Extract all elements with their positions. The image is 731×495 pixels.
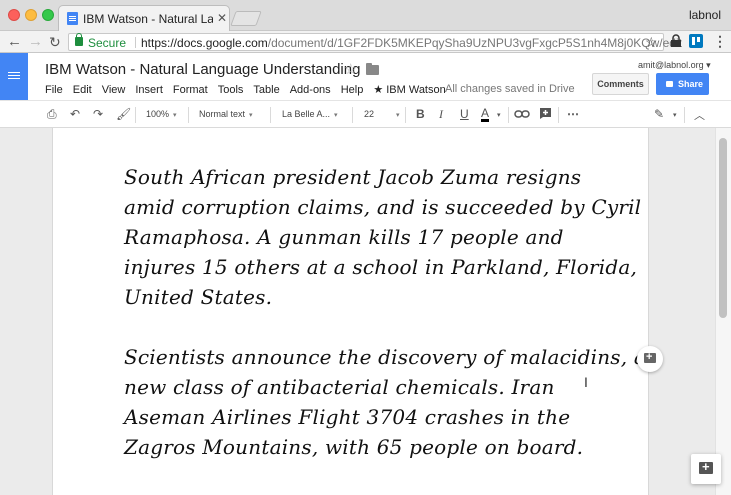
insert-comment-icon[interactable]: [539, 107, 552, 120]
browser-tab[interactable]: IBM Watson - Natural Language ✕: [58, 5, 230, 31]
editing-mode-caret-icon[interactable]: ▾: [673, 111, 677, 119]
divider: [135, 107, 136, 123]
font-size-value: 22: [364, 109, 375, 119]
print-icon[interactable]: ⎙: [47, 107, 57, 122]
link-icon[interactable]: [514, 109, 530, 119]
paragraph-line[interactable]: South African president Jacob Zuma resig…: [124, 165, 581, 189]
menu-edit[interactable]: Edit: [73, 84, 92, 96]
font-size-select[interactable]: 22 ▾: [364, 109, 400, 119]
account-email-text: amit@labnol.org: [638, 60, 704, 70]
document-title[interactable]: IBM Watson - Natural Language Understand…: [45, 61, 360, 78]
menu-file[interactable]: File: [45, 84, 63, 96]
maximize-window-button[interactable]: [42, 9, 54, 21]
paragraph-line[interactable]: new class of antibacterial chemicals. Ir…: [124, 375, 555, 399]
paragraph-line[interactable]: amid corruption claims, and is succeeded…: [124, 195, 641, 219]
menu-format[interactable]: Format: [173, 84, 208, 96]
address-bar-row: ← → ↻ Secure https://docs.google.com/doc…: [0, 31, 731, 53]
text-color-icon[interactable]: A: [481, 107, 490, 122]
star-icon[interactable]: ☆: [344, 60, 357, 78]
menu-table[interactable]: Table: [253, 84, 279, 96]
menu-help[interactable]: Help: [341, 84, 364, 96]
redo-icon[interactable]: ↷: [93, 107, 103, 121]
trello-extension-icon[interactable]: [689, 34, 703, 48]
save-status[interactable]: All changes saved in Drive: [445, 83, 575, 95]
paragraph-line[interactable]: Scientists announce the discovery of mal…: [124, 345, 646, 369]
paragraph-line[interactable]: Aseman Airlines Flight 3704 crashes in t…: [124, 405, 570, 429]
menu-ibm-watson[interactable]: ★ IBM Watson: [373, 84, 445, 96]
close-window-button[interactable]: [8, 9, 20, 21]
back-arrow-icon[interactable]: ←: [7, 33, 22, 50]
font-select[interactable]: La Belle A... ▾: [282, 109, 338, 119]
menu-bar: File Edit View Insert Format Tools Table Add-on…: [45, 83, 456, 96]
paragraph-line[interactable]: United States.: [124, 285, 272, 309]
share-button[interactable]: Share: [656, 73, 709, 95]
profile-name[interactable]: labnol: [689, 8, 721, 22]
divider: [352, 107, 353, 123]
zoom-select[interactable]: 100% ▾: [146, 109, 177, 119]
folder-icon[interactable]: [366, 63, 379, 75]
paragraph-line[interactable]: injures 15 others at a school in Parklan…: [124, 255, 637, 279]
underline-icon[interactable]: U: [460, 107, 469, 121]
divider: [405, 107, 406, 123]
paint-format-icon[interactable]: 🖌: [116, 107, 131, 121]
reload-icon[interactable]: ↻: [49, 34, 61, 51]
text-cursor-icon: I: [584, 374, 588, 390]
browser-menu-icon[interactable]: ⋮: [713, 33, 727, 50]
minimize-window-button[interactable]: [25, 9, 37, 21]
forward-arrow-icon[interactable]: →: [28, 33, 43, 50]
divider: [558, 107, 559, 123]
bookmark-star-icon[interactable]: ☆: [645, 34, 658, 51]
lock-icon: [75, 33, 83, 46]
more-icon[interactable]: ⋯: [567, 107, 579, 121]
menu-insert[interactable]: Insert: [135, 84, 163, 96]
docs-favicon-icon: [67, 12, 78, 25]
zoom-value: 100%: [146, 109, 170, 119]
paragraph-line[interactable]: Ramaphosa. A gunman kills 17 people and: [124, 225, 564, 249]
url-input[interactable]: Secure https://docs.google.com/document/…: [68, 33, 682, 51]
italic-icon[interactable]: I: [439, 107, 443, 122]
editing-mode-icon[interactable]: ✎: [654, 107, 664, 121]
url-text: https://docs.google.com/document/d/1GF2F…: [141, 36, 682, 50]
docs-header: IBM Watson - Natural Language Understand…: [0, 53, 731, 100]
divider: [135, 37, 136, 48]
font-value: La Belle A...: [282, 109, 331, 119]
style-value: Normal text: [199, 109, 246, 119]
new-tab-button[interactable]: [230, 11, 262, 26]
menu-view[interactable]: View: [102, 84, 126, 96]
scrollbar-thumb[interactable]: [719, 138, 727, 318]
url-path: /document/d/1GF2FDK5MKEPqySha9UzNPU3vgFx…: [267, 36, 682, 50]
explore-icon[interactable]: [691, 454, 721, 484]
menu-addons[interactable]: Add-ons: [290, 84, 331, 96]
divider: [508, 107, 509, 123]
paragraph-line[interactable]: Zagros Mountains, with 65 people on boar…: [124, 435, 583, 459]
style-select[interactable]: Normal text ▾: [199, 109, 253, 119]
undo-icon[interactable]: ↶: [70, 107, 80, 121]
secure-label: Secure: [88, 36, 127, 50]
tab-title: IBM Watson - Natural Language: [83, 12, 213, 26]
divider: [270, 107, 271, 123]
text-color-caret-icon[interactable]: ▾: [497, 111, 501, 119]
url-host: https://docs.google.com: [141, 36, 268, 50]
account-email[interactable]: amit@labnol.org ▾: [638, 60, 711, 71]
bold-icon[interactable]: B: [416, 107, 425, 121]
add-comment-icon[interactable]: [637, 346, 663, 372]
docs-home-icon[interactable]: [0, 53, 28, 100]
comments-button[interactable]: Comments: [592, 73, 649, 95]
divider: [188, 107, 189, 123]
tab-close-icon[interactable]: ✕: [217, 11, 227, 25]
divider: [684, 107, 685, 123]
extension-lock-icon[interactable]: [669, 34, 683, 48]
browser-titlebar: IBM Watson - Natural Language ✕ labnol: [0, 0, 731, 31]
menu-tools[interactable]: Tools: [218, 84, 244, 96]
formatting-toolbar: ⎙ ↶ ↷ 🖌 100% ▾ Normal text ▾ La Belle A...…: [0, 100, 731, 128]
collapse-icon[interactable]: ︿: [694, 107, 705, 123]
